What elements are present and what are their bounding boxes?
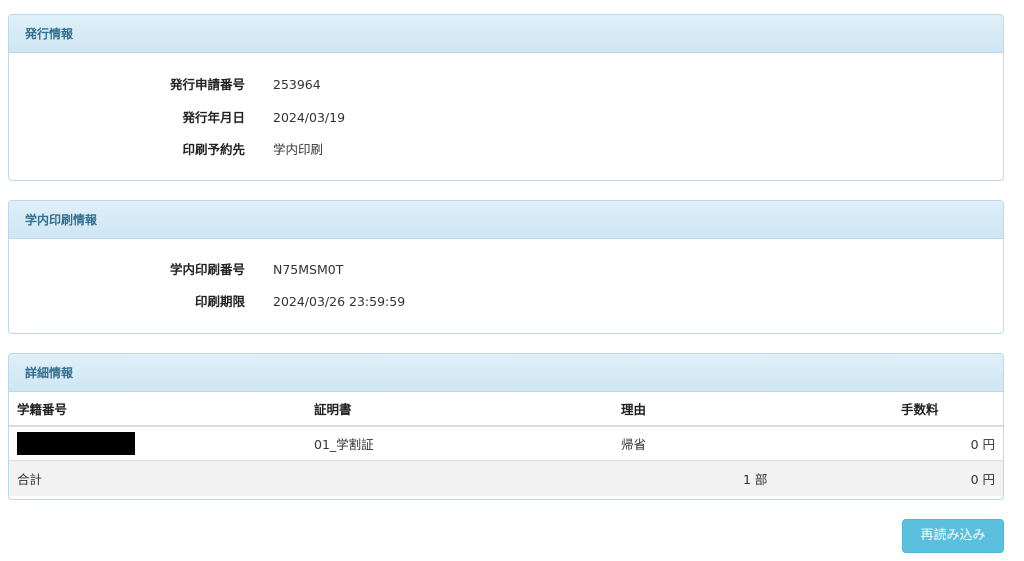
total-count: 1 部 — [723, 460, 893, 496]
print-reservation-label: 印刷予約先 — [182, 142, 245, 157]
total-row: 合計 1 部 0 円 — [9, 460, 1003, 496]
print-reservation-row: 印刷予約先 学内印刷 — [9, 140, 1003, 160]
total-empty-2 — [613, 460, 723, 496]
issue-info-heading: 発行情報 — [9, 15, 1003, 53]
campus-print-info-heading: 学内印刷情報 — [9, 201, 1003, 239]
column-reason: 理由 — [613, 392, 723, 427]
detail-info-panel: 詳細情報 学籍番号 証明書 理由 手数料 01_学割証 帰省 0 円 合計 1 … — [8, 353, 1004, 500]
total-empty-1 — [306, 460, 613, 496]
campus-print-number-row: 学内印刷番号 N75MSM0T — [9, 260, 1003, 280]
print-deadline-label: 印刷期限 — [194, 294, 245, 309]
redacted-student-id — [17, 431, 135, 455]
reload-button[interactable]: 再読み込み — [902, 519, 1004, 553]
detail-info-heading: 詳細情報 — [9, 354, 1003, 392]
total-fee: 0 円 — [893, 460, 1003, 496]
print-deadline-row: 印刷期限 2024/03/26 23:59:59 — [9, 292, 1003, 312]
detail-table: 学籍番号 証明書 理由 手数料 01_学割証 帰省 0 円 合計 1 部 0 円 — [9, 392, 1003, 496]
issue-date-row: 発行年月日 2024/03/19 — [9, 108, 1003, 128]
detail-table-header: 学籍番号 証明書 理由 手数料 — [9, 392, 1003, 427]
campus-print-number-value: N75MSM0T — [273, 262, 344, 277]
issue-date-label: 発行年月日 — [182, 110, 245, 125]
issue-request-number-label: 発行申請番号 — [169, 77, 245, 92]
campus-print-number-label: 学内印刷番号 — [169, 262, 245, 277]
print-reservation-value: 学内印刷 — [273, 142, 324, 157]
column-certificate: 証明書 — [306, 392, 613, 427]
print-deadline-value: 2024/03/26 23:59:59 — [273, 294, 406, 309]
issue-info-panel: 発行情報 発行申請番号 253964 発行年月日 2024/03/19 印刷予約… — [8, 14, 1004, 181]
column-fee: 手数料 — [893, 392, 1003, 427]
total-label: 合計 — [9, 460, 306, 496]
issue-request-number-row: 発行申請番号 253964 — [9, 75, 1003, 95]
certificate-cell: 01_学割証 — [306, 426, 613, 461]
issue-request-number-value: 253964 — [273, 77, 321, 92]
reason-cell: 帰省 — [613, 426, 723, 461]
column-spacer — [723, 392, 893, 427]
spacer-cell — [723, 426, 893, 461]
student-id-cell — [9, 426, 306, 461]
table-row: 01_学割証 帰省 0 円 — [9, 426, 1003, 461]
issue-date-value: 2024/03/19 — [273, 110, 346, 125]
column-student-id: 学籍番号 — [9, 392, 306, 427]
fee-cell: 0 円 — [893, 426, 1003, 461]
campus-print-info-panel: 学内印刷情報 学内印刷番号 N75MSM0T 印刷期限 2024/03/26 2… — [8, 200, 1004, 334]
